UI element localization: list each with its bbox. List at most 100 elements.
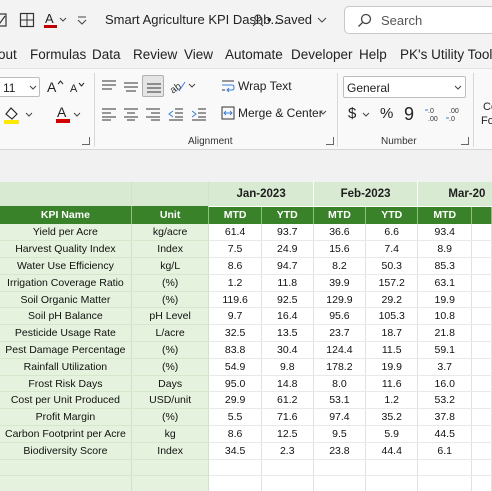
- value-cell[interactable]: 71.6: [261, 408, 314, 427]
- unit-cell[interactable]: (%): [131, 274, 210, 292]
- month-cell[interactable]: Mar-20: [417, 182, 492, 207]
- value-cell[interactable]: 11.8: [261, 274, 314, 292]
- value-cell[interactable]: [471, 224, 492, 242]
- empty-cell[interactable]: [313, 475, 367, 491]
- blank-cell[interactable]: [0, 182, 132, 206]
- value-cell[interactable]: [471, 358, 492, 376]
- kpi-name-cell[interactable]: Pest Damage Percentage: [0, 341, 132, 359]
- font-group-launcher-icon[interactable]: [82, 137, 90, 145]
- value-cell[interactable]: 34.5: [208, 442, 262, 460]
- value-cell[interactable]: 9.8: [261, 358, 314, 376]
- fill-color-icon[interactable]: [2, 105, 22, 130]
- value-cell[interactable]: 29.9: [208, 391, 262, 410]
- empty-cell[interactable]: [208, 475, 262, 491]
- value-cell[interactable]: 61.2: [261, 391, 314, 410]
- value-cell[interactable]: 9.5: [313, 425, 367, 443]
- unit-cell[interactable]: Index: [131, 240, 210, 259]
- currency-icon[interactable]: $: [348, 105, 356, 122]
- value-cell[interactable]: 85.3: [417, 257, 473, 275]
- value-cell[interactable]: 35.2: [365, 408, 419, 427]
- unit-cell[interactable]: Days: [131, 375, 210, 393]
- empty-cell[interactable]: [0, 459, 132, 477]
- empty-cell[interactable]: [471, 459, 492, 477]
- value-cell[interactable]: 50.3: [365, 257, 419, 275]
- value-cell[interactable]: 5.9: [365, 425, 419, 443]
- font-size-select[interactable]: 11: [0, 77, 40, 97]
- column-header[interactable]: MTD: [417, 206, 473, 224]
- number-group-launcher-icon[interactable]: [461, 137, 469, 145]
- value-cell[interactable]: 94.7: [261, 257, 314, 275]
- empty-cell[interactable]: [417, 475, 473, 491]
- ribbon-font-color-dropdown-icon[interactable]: [73, 111, 81, 119]
- value-cell[interactable]: 39.9: [313, 274, 367, 292]
- increase-decimal-icon[interactable]: .0.00: [425, 105, 443, 123]
- value-cell[interactable]: 6.6: [365, 224, 419, 242]
- value-cell[interactable]: 93.7: [261, 224, 314, 242]
- value-cell[interactable]: 8.2: [313, 257, 367, 275]
- borders-icon[interactable]: [19, 10, 35, 30]
- value-cell[interactable]: 178.2: [313, 358, 367, 376]
- kpi-name-cell[interactable]: Biodiversity Score: [0, 442, 132, 460]
- value-cell[interactable]: [471, 257, 492, 275]
- value-cell[interactable]: 83.8: [208, 341, 262, 359]
- value-cell[interactable]: 95.6: [313, 307, 367, 326]
- value-cell[interactable]: 24.9: [261, 240, 314, 259]
- value-cell[interactable]: 2.3: [261, 442, 314, 460]
- value-cell[interactable]: 1.2: [208, 274, 262, 292]
- empty-cell[interactable]: [131, 459, 210, 477]
- kpi-name-cell[interactable]: Yield per Acre: [0, 224, 132, 242]
- value-cell[interactable]: 11.5: [365, 341, 419, 359]
- align-middle-icon[interactable]: [123, 79, 139, 93]
- kpi-name-cell[interactable]: Frost Risk Days: [0, 375, 132, 393]
- value-cell[interactable]: 11.6: [365, 375, 419, 393]
- empty-cell[interactable]: [131, 475, 210, 491]
- ribbon-font-color-icon[interactable]: A: [55, 104, 71, 129]
- value-cell[interactable]: 23.7: [313, 324, 367, 343]
- kpi-name-cell[interactable]: Carbon Footprint per Acre: [0, 425, 132, 443]
- decrease-decimal-icon[interactable]: .00.0: [446, 105, 464, 123]
- value-cell[interactable]: 16.4: [261, 307, 314, 326]
- value-cell[interactable]: [471, 240, 492, 259]
- font-color-dropdown-icon[interactable]: [59, 10, 67, 30]
- tab-review[interactable]: Review: [133, 47, 177, 62]
- tab-formulas[interactable]: Formulas: [30, 47, 86, 62]
- value-cell[interactable]: [471, 375, 492, 393]
- empty-cell[interactable]: [313, 459, 367, 477]
- unit-cell[interactable]: Index: [131, 442, 210, 460]
- orientation-icon[interactable]: ab: [170, 78, 186, 94]
- value-cell[interactable]: 92.5: [261, 291, 314, 309]
- value-cell[interactable]: 8.6: [208, 425, 262, 443]
- tab-data[interactable]: Data: [92, 47, 121, 62]
- align-bottom-button[interactable]: [142, 75, 164, 97]
- month-cell[interactable]: Feb-2023: [312, 182, 418, 207]
- empty-cell[interactable]: [261, 459, 314, 477]
- value-cell[interactable]: 3.7: [417, 358, 473, 376]
- value-cell[interactable]: 1.2: [365, 391, 419, 410]
- kpi-name-cell[interactable]: Soil Organic Matter: [0, 291, 132, 309]
- value-cell[interactable]: [471, 408, 492, 427]
- value-cell[interactable]: 59.1: [417, 341, 473, 359]
- checkbox-icon[interactable]: [0, 10, 8, 30]
- value-cell[interactable]: 44.5: [417, 425, 473, 443]
- value-cell[interactable]: 9.7: [208, 307, 262, 326]
- unit-cell[interactable]: (%): [131, 408, 210, 427]
- value-cell[interactable]: 10.8: [417, 307, 473, 326]
- tab-pk-utility[interactable]: PK's Utility Tool V3: [400, 47, 492, 62]
- value-cell[interactable]: 12.5: [261, 425, 314, 443]
- unit-cell[interactable]: (%): [131, 358, 210, 376]
- unit-cell[interactable]: L/acre: [131, 324, 210, 343]
- value-cell[interactable]: 7.4: [365, 240, 419, 259]
- column-header[interactable]: YTD: [365, 206, 419, 224]
- value-cell[interactable]: [471, 341, 492, 359]
- currency-dropdown-icon[interactable]: [362, 111, 370, 119]
- value-cell[interactable]: 14.8: [261, 375, 314, 393]
- value-cell[interactable]: 16.0: [417, 375, 473, 393]
- value-cell[interactable]: 53.1: [313, 391, 367, 410]
- empty-cell[interactable]: [471, 475, 492, 491]
- search-box[interactable]: Search: [344, 6, 492, 34]
- comma-style-icon[interactable]: 9: [404, 104, 414, 125]
- alignment-group-launcher-icon[interactable]: [326, 137, 334, 145]
- value-cell[interactable]: 53.2: [417, 391, 473, 410]
- value-cell[interactable]: 8.9: [417, 240, 473, 259]
- saved-status[interactable]: • Saved: [267, 12, 312, 27]
